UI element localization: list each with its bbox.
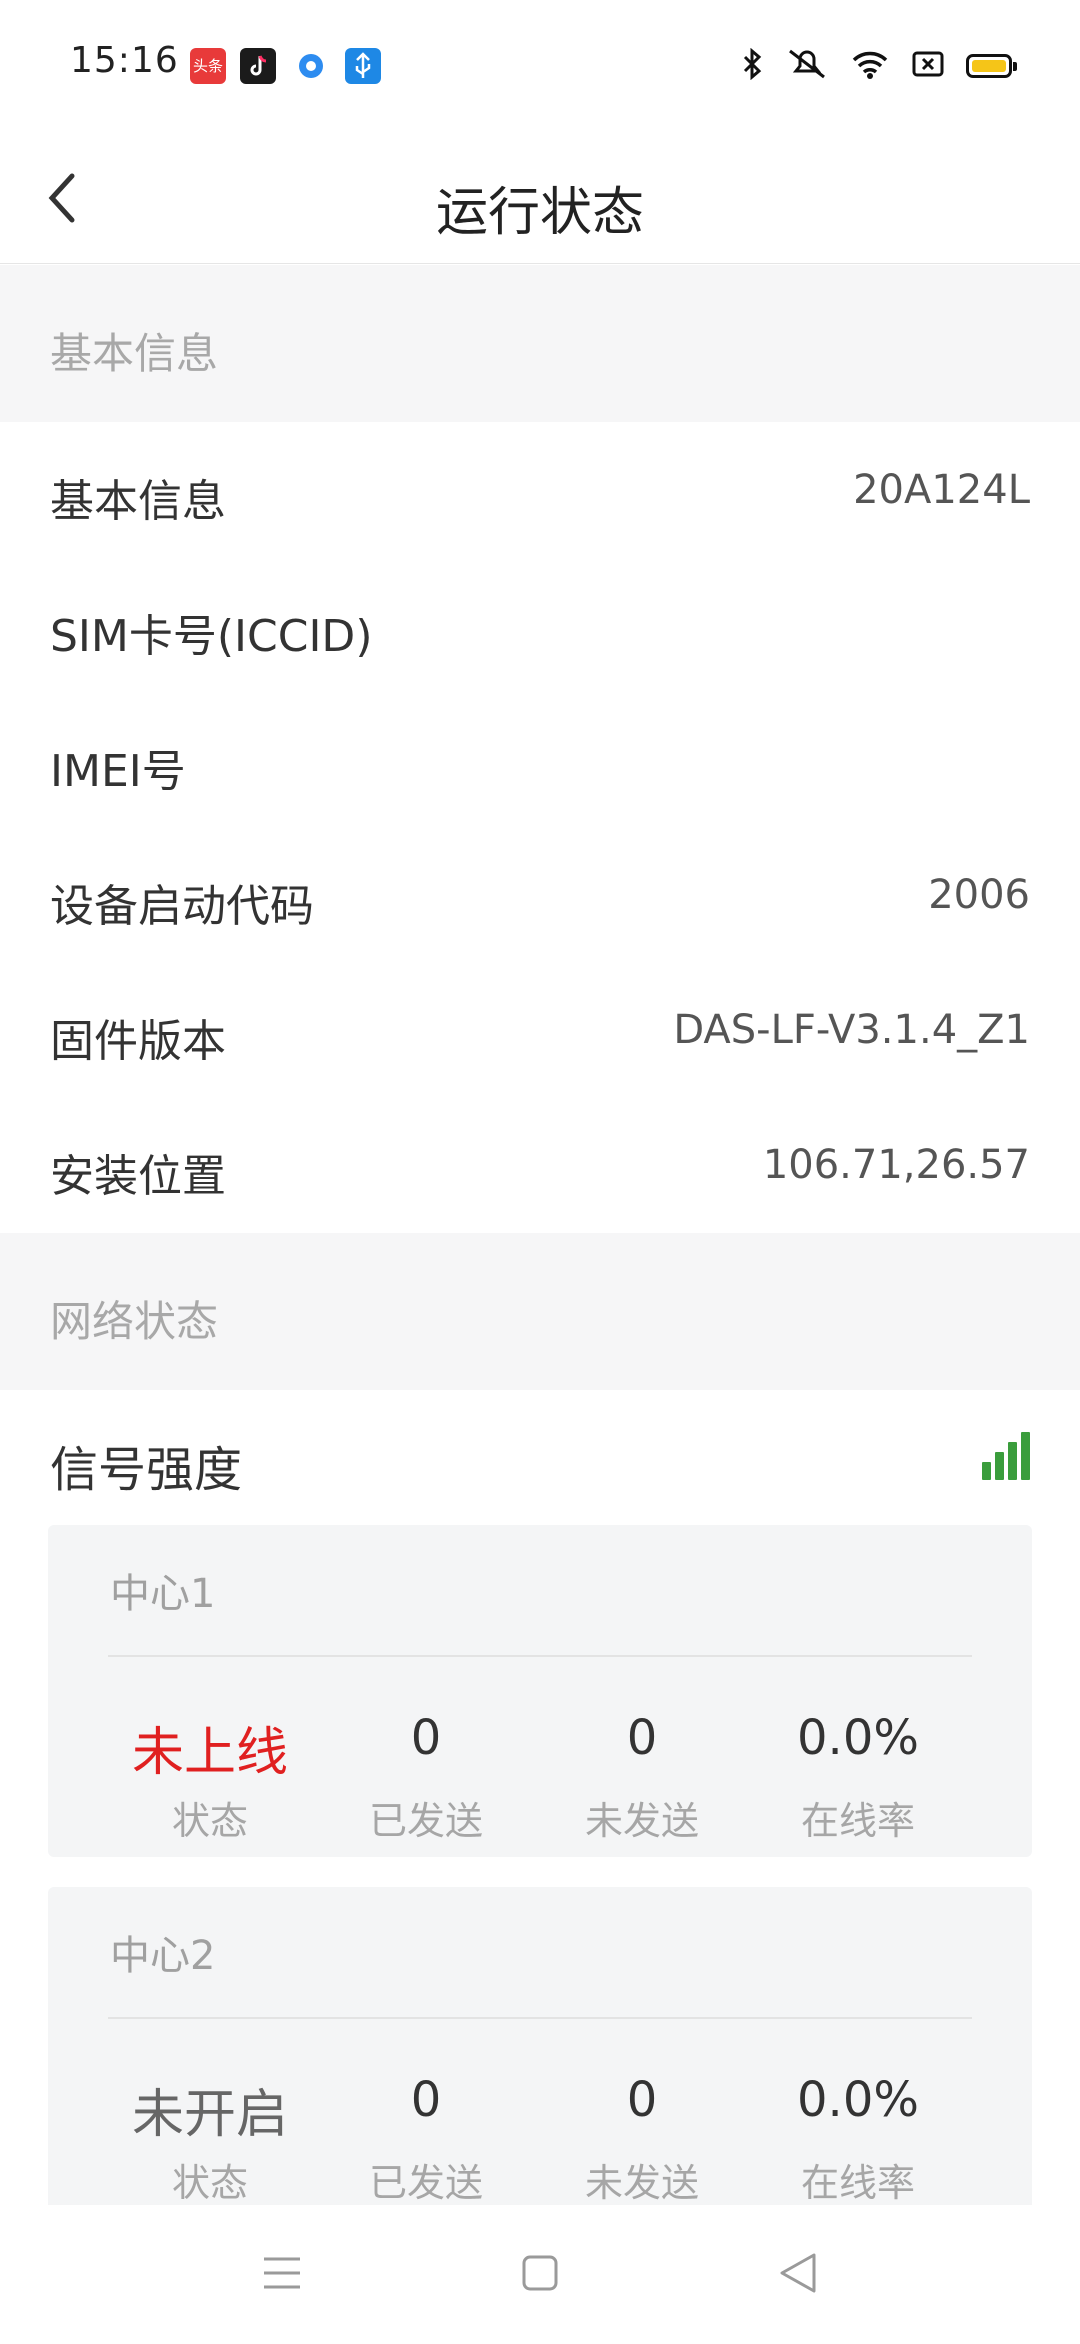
row-label: SIM卡号(ICCID) [50,611,373,662]
section-header-basic: 基本信息 [0,265,1080,422]
rate-value: 0.0% [797,2072,919,2128]
row-label: 固件版本 [50,1016,226,1067]
info-row-location: 安装位置 106.71,26.57 [0,1098,1080,1233]
row-label: 基本信息 [50,476,226,527]
row-value: 20A124L [853,467,1030,513]
sent-label: 已发送 [368,2161,483,2205]
nfc-icon [912,50,944,82]
info-row-basic: 基本信息 20A124L [0,423,1080,558]
info-row-boot-code: 设备启动代码 2006 [0,828,1080,963]
center-card-1: 中心1 未上线 状态 0 已发送 0 未发送 0.0% 在线率 [48,1525,1032,1857]
row-label: IMEI号 [50,746,186,797]
status-icons [740,46,1017,86]
center-title: 中心1 [110,1571,216,1617]
toutiao-app-icon: 头条 [190,48,226,84]
unsent-value: 0 [626,1710,658,1766]
home-icon[interactable] [480,2205,600,2340]
row-value: 106.71,26.57 [762,1142,1030,1188]
unsent-value: 0 [626,2072,658,2128]
status-label: 状态 [171,2161,248,2205]
status-time: 15:16 [70,40,179,81]
system-nav-bar [0,2205,1080,2340]
app-header: 运行状态 [0,130,1080,264]
wifi-icon [850,48,890,84]
center-card-2: 中心2 未开启 状态 0 已发送 0 未发送 0.0% 在线率 [48,1887,1032,2219]
status-bar: 15:16 头条 [0,0,1080,130]
sent-label: 已发送 [368,1799,483,1843]
back-triangle-icon[interactable] [738,2205,858,2340]
page-title: 运行状态 [435,183,644,243]
sent-value: 0 [410,1710,442,1766]
battery-icon [966,54,1017,78]
tiktok-app-icon [240,48,276,84]
row-value: 2006 [928,872,1030,918]
section-title: 基本信息 [50,329,219,378]
center-title: 中心2 [110,1933,216,1979]
divider [108,1655,972,1657]
row-value: DAS-LF-V3.1.4_Z1 [673,1007,1030,1053]
section-title: 网络状态 [50,1297,219,1346]
rate-value: 0.0% [797,1710,919,1766]
menu-icon[interactable] [222,2205,342,2340]
divider [108,2017,972,2019]
row-label: 安装位置 [50,1151,226,1202]
info-row-firmware: 固件版本 DAS-LF-V3.1.4_Z1 [0,963,1080,1098]
info-row-imei: IMEI号 [0,693,1080,828]
signal-strength-row: 信号强度 [0,1390,1080,1520]
rate-label: 在线率 [800,1799,915,1843]
unsent-label: 未发送 [584,2161,699,2205]
status-label: 状态 [171,1799,248,1843]
status-value: 未开启 [131,2085,288,2145]
mute-icon [786,47,828,85]
bluetooth-icon [740,47,764,84]
sent-value: 0 [410,2072,442,2128]
signal-label: 信号强度 [50,1442,243,1498]
browser-app-icon [293,48,329,84]
signal-bars-icon [982,1432,1032,1480]
section-header-network: 网络状态 [0,1233,1080,1390]
usb-debug-icon [345,48,381,84]
status-value: 未上线 [131,1723,288,1783]
unsent-label: 未发送 [584,1799,699,1843]
rate-label: 在线率 [800,2161,915,2205]
row-label: 设备启动代码 [50,881,314,932]
info-row-iccid: SIM卡号(ICCID) [0,558,1080,693]
